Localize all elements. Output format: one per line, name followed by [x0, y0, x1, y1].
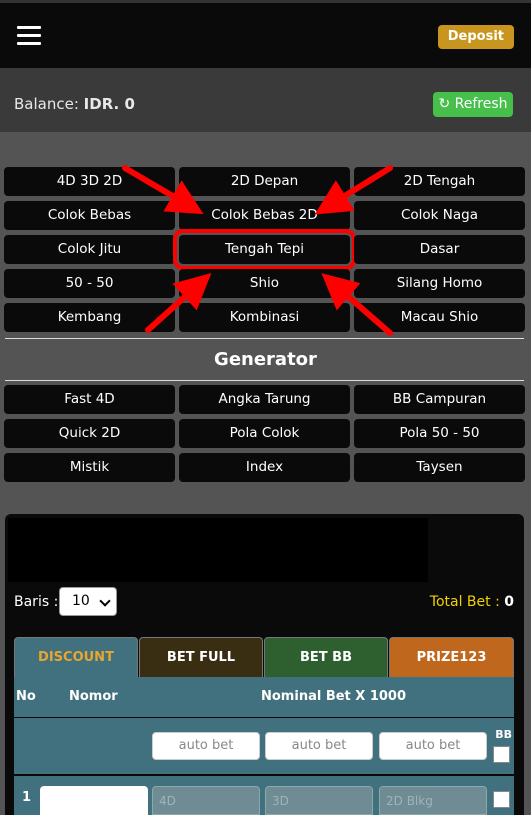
header-nominal: Nominal Bet X 1000 [261, 689, 407, 704]
total-bet: Total Bet : 0 [430, 594, 514, 610]
tab-prize123[interactable]: PRIZE123 [389, 637, 514, 677]
header-no: No [16, 689, 36, 704]
2d-tengah-button[interactable]: 2D Tengah [354, 167, 525, 196]
tab-bet-full[interactable]: BET FULL [139, 637, 263, 677]
bet-4d-input[interactable]: 4D [152, 786, 260, 815]
colok-bebas-2d-button[interactable]: Colok Bebas 2D [179, 201, 350, 230]
bet-2d-input[interactable]: 2D Blkg [379, 786, 487, 815]
chevron-down-icon [99, 595, 111, 607]
total-bet-value: 0 [504, 594, 514, 610]
divider [5, 338, 524, 339]
baris-value: 10 [72, 593, 90, 609]
divider [5, 380, 524, 381]
blank-area [8, 518, 428, 582]
fast-4d-button[interactable]: Fast 4D [4, 385, 175, 414]
macau-shio-button[interactable]: Macau Shio [354, 303, 525, 332]
table-row: 1 4D 3D 2D Blkg [14, 776, 514, 815]
angka-tarung-button[interactable]: Angka Tarung [179, 385, 350, 414]
mistik-button[interactable]: Mistik [4, 453, 175, 482]
deposit-button[interactable]: Deposit [437, 25, 514, 49]
bb-checkbox[interactable] [493, 791, 510, 808]
auto-bet-input-4d[interactable]: auto bet [152, 732, 260, 760]
bet-3d-input[interactable]: 3D [265, 786, 373, 815]
baris-select[interactable]: 10 [59, 587, 117, 616]
kembang-button[interactable]: Kembang [4, 303, 175, 332]
shio-button[interactable]: Shio [179, 269, 350, 298]
balance-bar: Balance: IDR. 0 ↻ Refresh [0, 68, 531, 132]
generator-title: Generator [214, 349, 317, 370]
row-number: 1 [22, 790, 32, 805]
quick-2d-button[interactable]: Quick 2D [4, 419, 175, 448]
tengah-tepi-button[interactable]: Tengah Tepi [173, 229, 356, 270]
index-button[interactable]: Index [179, 453, 350, 482]
kombinasi-button[interactable]: Kombinasi [179, 303, 350, 332]
header-nomor: Nomor [69, 689, 118, 704]
auto-bet-input-2d[interactable]: auto bet [379, 732, 487, 760]
2d-depan-button[interactable]: 2D Depan [179, 167, 350, 196]
baris-label: Baris : [14, 594, 59, 610]
silang-homo-button[interactable]: Silang Homo [354, 269, 525, 298]
hamburger-menu-icon[interactable] [17, 26, 41, 46]
colok-jitu-button[interactable]: Colok Jitu [4, 235, 175, 264]
auto-bet-input-3d[interactable]: auto bet [265, 732, 373, 760]
balance-display: Balance: IDR. 0 [14, 95, 135, 113]
bb-campuran-button[interactable]: BB Campuran [354, 385, 525, 414]
top-navbar: Deposit [0, 0, 531, 68]
taysen-button[interactable]: Taysen [354, 453, 525, 482]
balance-label: Balance: [14, 95, 79, 113]
bb-all-checkbox[interactable] [493, 746, 510, 763]
50-50-button[interactable]: 50 - 50 [4, 269, 175, 298]
colok-naga-button[interactable]: Colok Naga [354, 201, 525, 230]
tab-discount[interactable]: DISCOUNT [14, 637, 138, 677]
table-header: No Nomor Nominal Bet X 1000 [14, 677, 514, 717]
header-bb: BB [495, 728, 512, 741]
pola-50-50-button[interactable]: Pola 50 - 50 [354, 419, 525, 448]
pola-colok-button[interactable]: Pola Colok [179, 419, 350, 448]
total-bet-label: Total Bet : [429, 594, 500, 610]
refresh-label: Refresh [454, 96, 508, 112]
refresh-button[interactable]: ↻ Refresh [433, 92, 513, 117]
colok-bebas-button[interactable]: Colok Bebas [4, 201, 175, 230]
refresh-icon: ↻ [438, 96, 451, 112]
4d-3d-2d-button[interactable]: 4D 3D 2D [4, 167, 175, 196]
balance-value: IDR. 0 [83, 95, 135, 113]
nomor-input[interactable] [40, 786, 148, 815]
tab-bet-bb[interactable]: BET BB [264, 637, 388, 677]
auto-bet-row: auto bet auto bet auto bet BB [14, 718, 514, 774]
bet-panel: Baris : 10 Total Bet : 0 DISCOUNT BET FU… [5, 514, 524, 815]
dasar-button[interactable]: Dasar [354, 235, 525, 264]
